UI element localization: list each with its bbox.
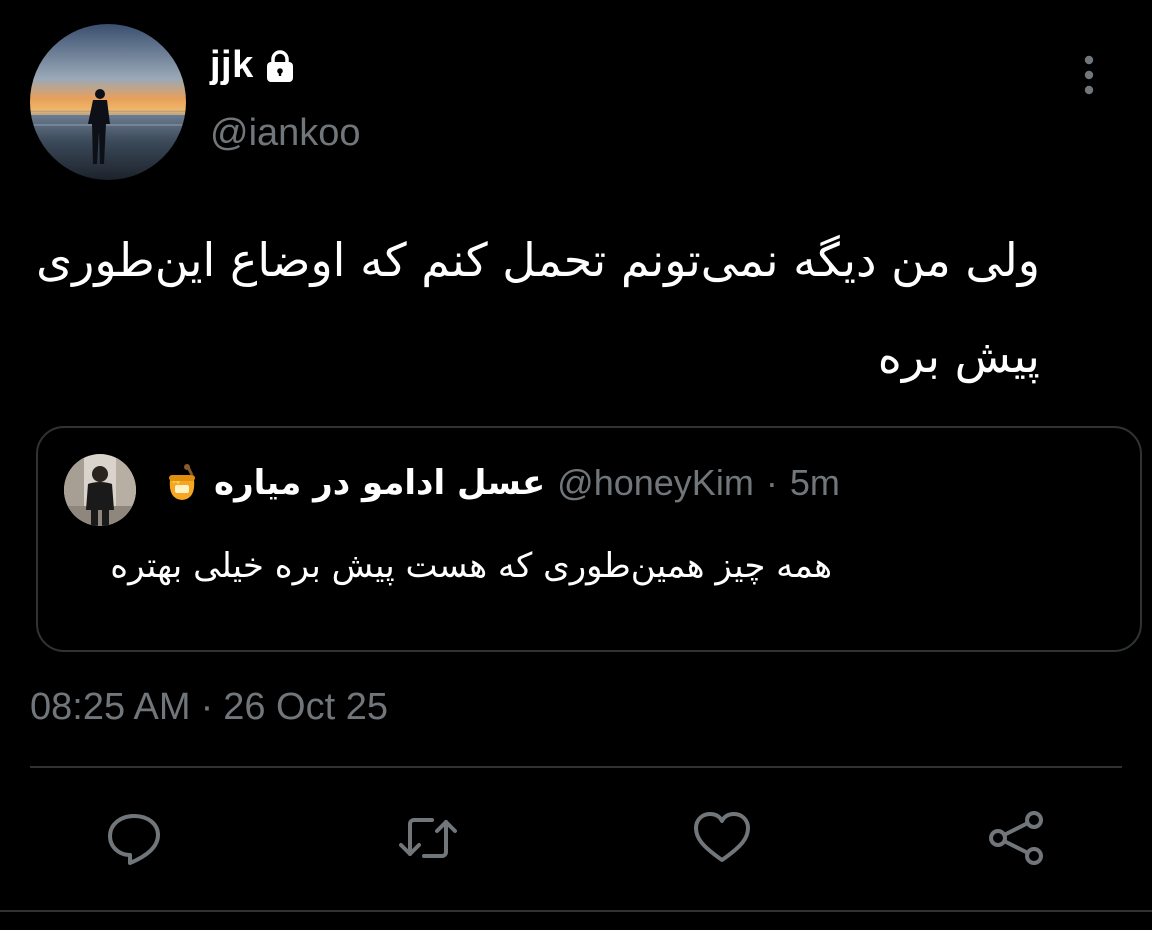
person-photo-avatar	[64, 454, 136, 526]
quoted-author-avatar[interactable]	[64, 454, 136, 526]
timestamp-separator: ·	[200, 686, 214, 728]
quoted-time: 5m	[789, 462, 840, 503]
reply-icon	[108, 814, 160, 865]
quoted-tweet-header: عسل ادامو در میاره @honeyKim · 5m	[162, 462, 840, 504]
share-button[interactable]	[986, 808, 1046, 868]
author-avatar[interactable]	[30, 24, 186, 180]
honey-pot-icon	[169, 464, 195, 500]
retweet-button[interactable]	[398, 808, 458, 868]
timestamp-date: 26 Oct 25	[223, 686, 388, 728]
quoted-tweet-text: همه چیز همین‌طوری که هست پیش بره خیلی به…	[110, 546, 832, 586]
share-icon	[989, 811, 1043, 865]
quoted-handle[interactable]: @honeyKim	[557, 462, 754, 504]
tweet-detail: jjk @iankoo ولی من دیگه نمی‌تونم تحمل کن…	[0, 0, 1152, 930]
timestamp-time: 08:25 AM	[30, 686, 191, 728]
bottom-divider	[0, 910, 1152, 912]
reply-button[interactable]	[104, 808, 164, 868]
quoted-display-name[interactable]: عسل ادامو در میاره	[214, 463, 545, 503]
author-display-name[interactable]: jjk	[210, 44, 254, 87]
like-button[interactable]	[692, 808, 752, 868]
tweet-timestamp: 08:25 AM · 26 Oct 25	[30, 686, 388, 729]
quoted-tweet-card[interactable]: عسل ادامو در میاره @honeyKim · 5m همه چی…	[36, 426, 1142, 652]
divider	[30, 766, 1122, 768]
quoted-separator: ·	[765, 462, 778, 503]
lock-icon	[266, 49, 293, 82]
like-icon	[694, 812, 750, 862]
more-vertical-icon	[1084, 55, 1094, 95]
sunset-silhouette-avatar	[30, 24, 186, 180]
author-handle[interactable]: @iankoo	[210, 112, 361, 155]
tweet-text: ولی من دیگه نمی‌تونم تحمل کنم که اوضاع ا…	[36, 233, 1040, 383]
author-name-row: jjk	[210, 44, 300, 87]
more-options-button[interactable]	[1068, 54, 1110, 96]
retweet-icon	[399, 818, 457, 858]
